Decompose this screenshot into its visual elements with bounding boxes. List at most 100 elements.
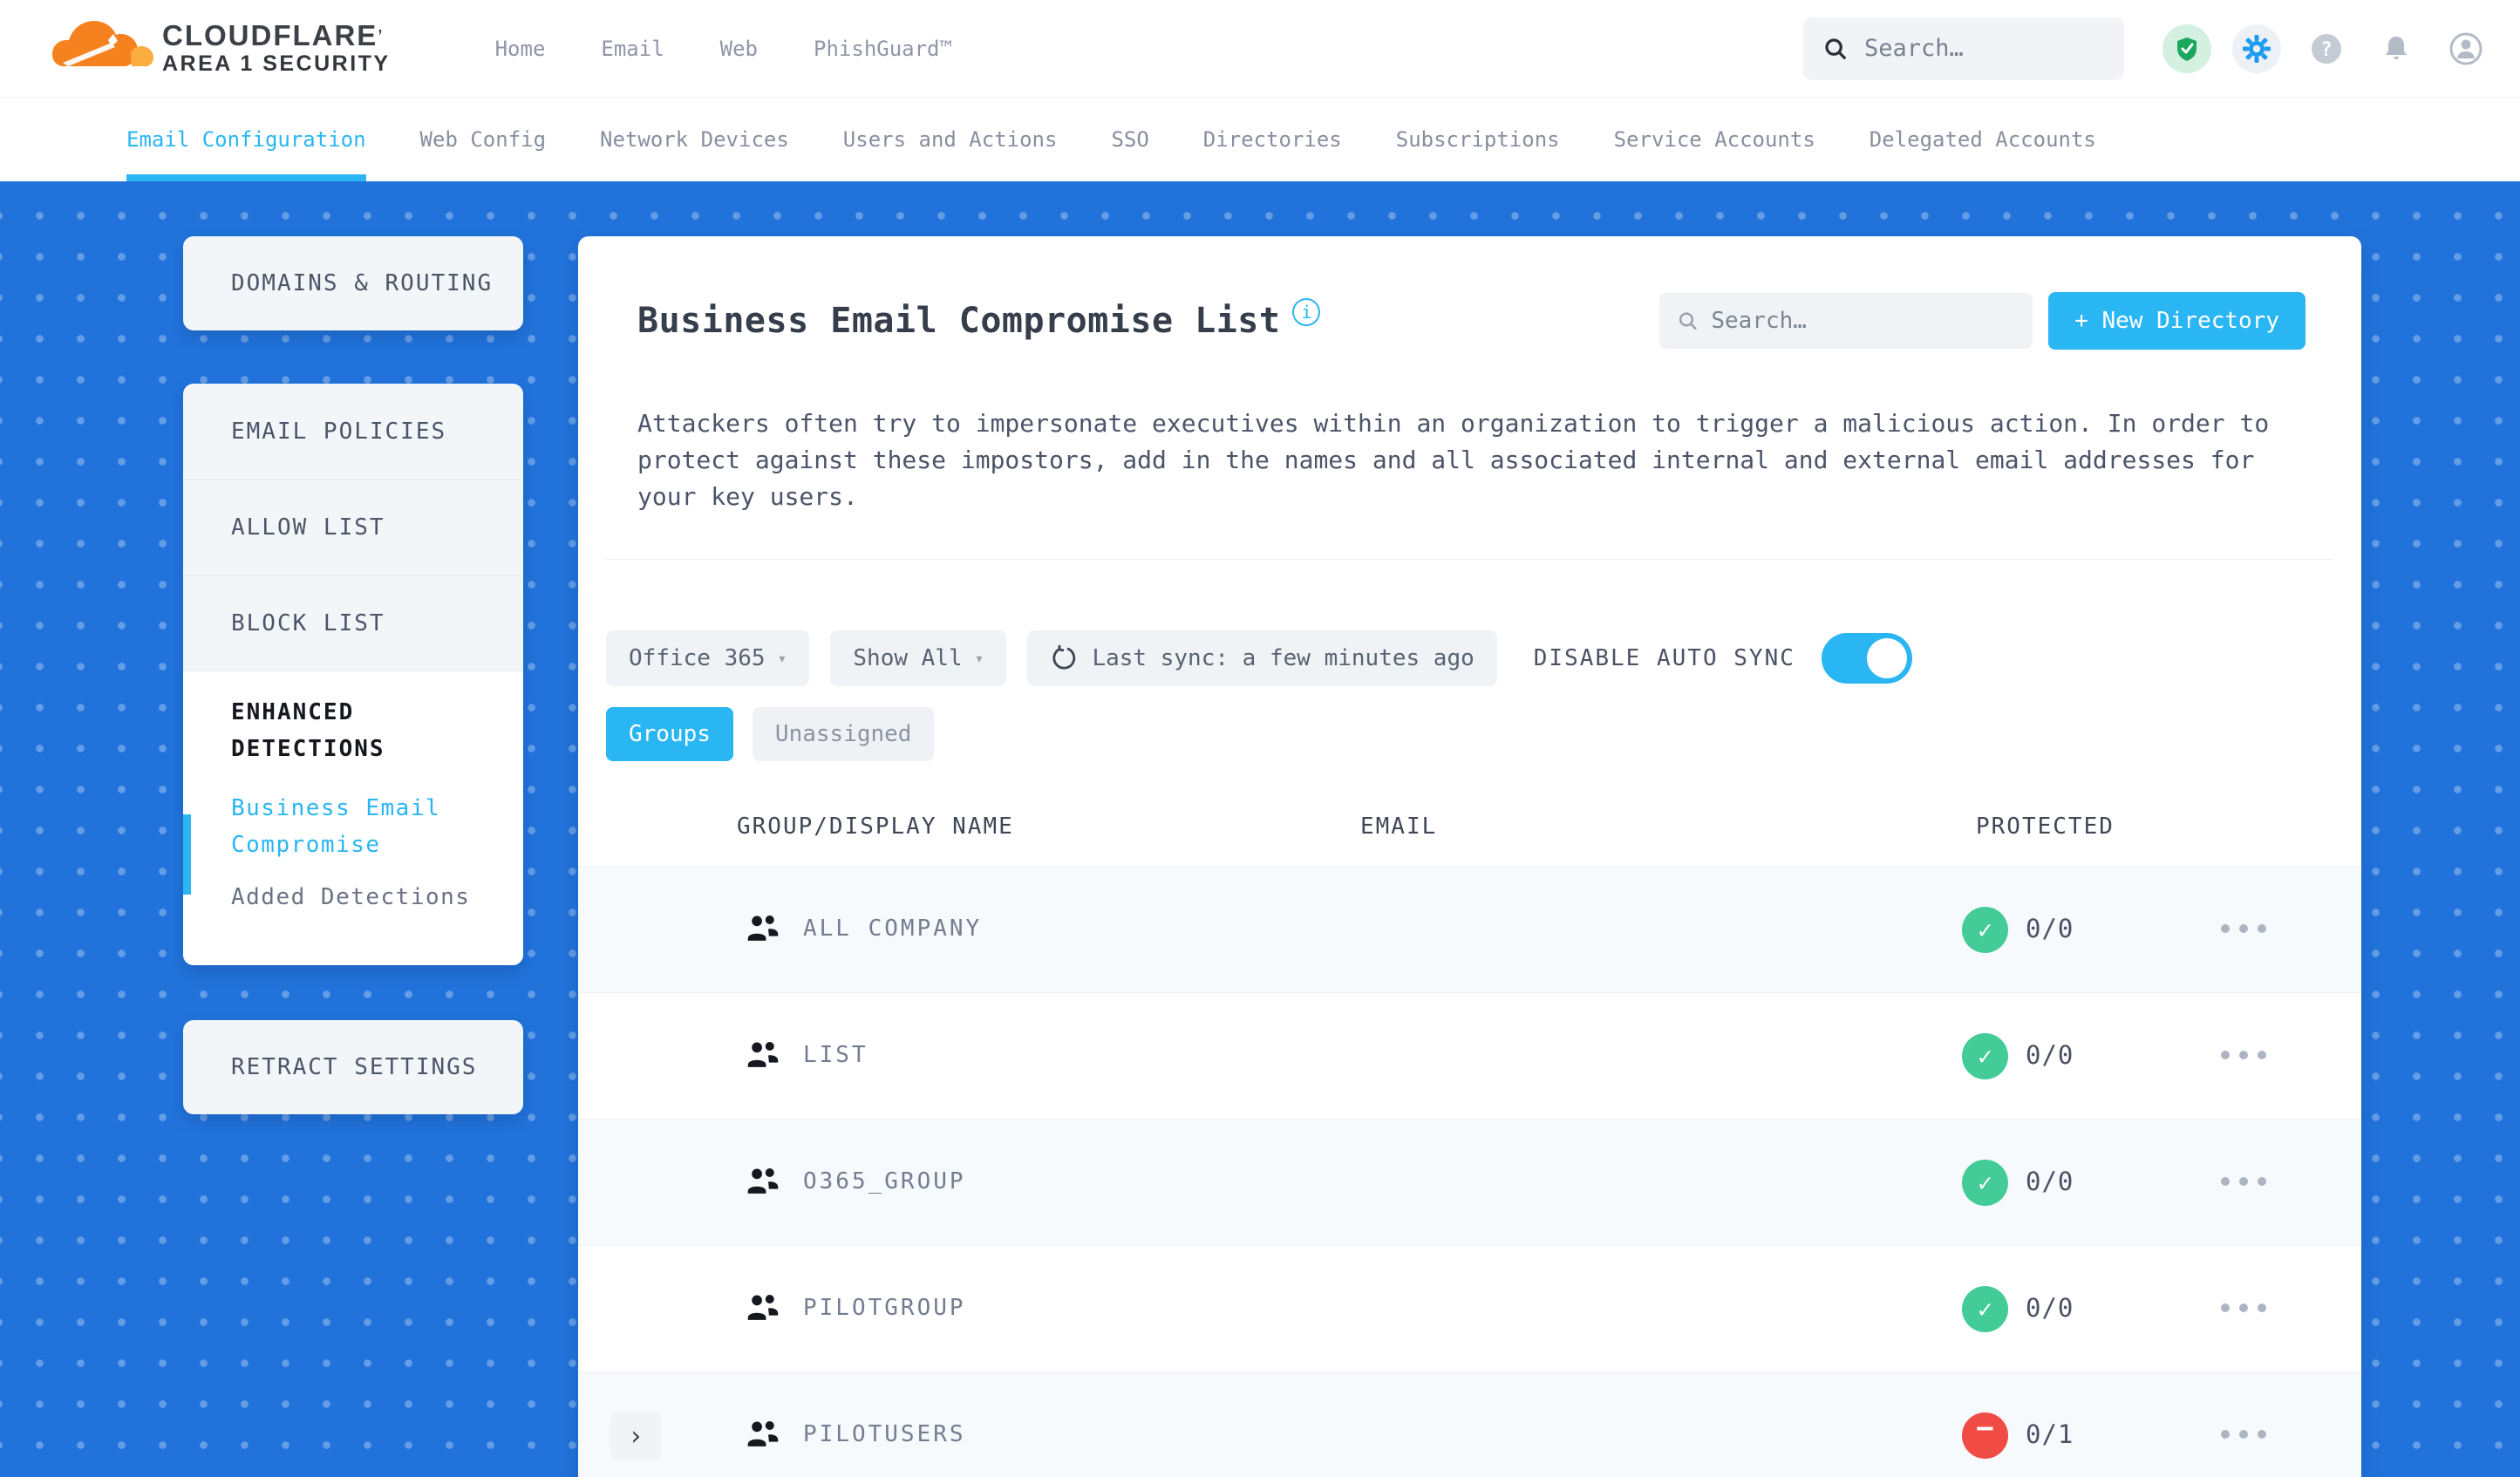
sidebar-item-label: RETRACT SETTINGS [231,1054,478,1080]
sidebar-item-block-list[interactable]: BLOCK LIST [183,575,523,671]
search-icon [1825,37,1847,59]
user-profile-icon[interactable] [2442,24,2490,73]
table-body: › ALL COMPANY 0/0 › LIST 0/0 › [578,866,2361,1477]
protected-count: 0/1 [2026,1419,2074,1449]
protected-count: 0/0 [2026,1293,2074,1323]
row-actions-menu-icon[interactable] [2221,1303,2266,1312]
section-tabbar: Email Configuration Web Config Network Dev… [0,97,2520,181]
nav-item-home[interactable]: Home [495,37,546,61]
logo-brand-text: CLOUDFLARE’ [162,18,385,51]
tab-subscriptions[interactable]: Subscriptions [1396,98,1560,181]
cloudflare-logo: CLOUDFLARE’ AREA 1 SECURITY [51,16,391,82]
divider [606,559,2333,560]
protected-count: 0/0 [2026,914,2074,943]
tab-directories[interactable]: Directories [1203,98,1342,181]
table-header: GROUP/DISPLAY NAME EMAIL PROTECTED [578,813,2361,859]
new-directory-button[interactable]: + New Directory [2048,292,2305,350]
tab-users-and-actions[interactable]: Users and Actions [843,98,1058,181]
group-name: PILOTGROUP [803,1295,966,1321]
search-icon [1679,312,1698,330]
last-sync-status[interactable]: Last sync: a few minutes ago [1027,630,1497,686]
svg-text:?: ? [2320,39,2332,61]
info-icon[interactable]: i [1292,298,1321,326]
nav-item-web[interactable]: Web [720,37,758,61]
main-panel: Business Email Compromise List i + New D… [578,236,2361,1477]
sidebar-item-label: EMAIL POLICIES [231,418,447,445]
table-row[interactable]: › O365_GROUP 0/0 [578,1119,2361,1245]
sidebar-item-domains-routing[interactable]: DOMAINS & ROUTING [183,236,523,330]
table-row[interactable]: › LIST 0/0 [578,992,2361,1119]
tab-unassigned[interactable]: Unassigned [752,707,935,761]
row-actions-menu-icon[interactable] [2221,1177,2266,1186]
cloudflare-cloud-icon [52,20,153,66]
header-search-input[interactable] [1864,35,2105,62]
sidebar-item-business-email-compromise[interactable]: Business Email Compromise [231,790,493,863]
tab-web-config[interactable]: Web Config [420,98,547,181]
show-filter-dropdown[interactable]: Show All ▾ [830,630,1007,686]
panel-search[interactable] [1659,293,2033,349]
sidebar-item-email-policies[interactable]: EMAIL POLICIES [183,384,523,480]
nav-item-phishguard[interactable]: PhishGuard™ [814,37,952,61]
sidebar-section-enhanced-detections: ENHANCED DETECTIONS Business Email Compr… [183,671,523,965]
tab-delegated-accounts[interactable]: Delegated Accounts [1870,98,2096,181]
tab-email-configuration[interactable]: Email Configuration [126,98,366,181]
nav-item-email[interactable]: Email [601,37,664,61]
group-people-icon [745,1038,781,1075]
protected-count: 0/0 [2026,1040,2074,1070]
row-actions-menu-icon[interactable] [2221,924,2266,933]
view-tabs: Groups Unassigned [606,707,2333,761]
table-row[interactable]: › PILOTUSERS 0/1 [578,1372,2361,1477]
table-row[interactable]: › ALL COMPANY 0/0 [578,866,2361,992]
sidebar-item-retract-settings[interactable]: RETRACT SETTINGS [183,1020,523,1114]
row-actions-menu-icon[interactable] [2221,1051,2266,1059]
content-area: DOMAINS & ROUTING EMAIL POLICIES ALLOW L… [0,181,2520,1477]
app-header: CLOUDFLARE’ AREA 1 SECURITY Home Email Web… [0,0,2520,97]
tab-groups[interactable]: Groups [606,707,733,761]
sidebar-item-label: ALLOW LIST [231,514,385,541]
sidebar-item-label: BLOCK LIST [231,609,385,636]
sidebar-item-enhanced-detections[interactable]: ENHANCED DETECTIONS [231,694,493,767]
group-people-icon [745,1291,781,1328]
logo-product-text: AREA 1 SECURITY [162,51,391,76]
help-icon[interactable]: ? [2302,24,2351,73]
group-name: O365_GROUP [803,1168,966,1195]
shield-check-icon[interactable] [2162,24,2211,73]
tab-sso[interactable]: SSO [1111,98,1148,181]
protected-status-badge [1962,1286,2008,1332]
header-search[interactable] [1803,17,2124,80]
page-description: Attackers often try to impersonate execu… [637,409,2270,511]
page-title: Business Email Compromise List [637,301,1281,341]
tab-service-accounts[interactable]: Service Accounts [1614,98,1815,181]
notifications-bell-icon[interactable] [2372,24,2421,73]
directory-filter-dropdown[interactable]: Office 365 ▾ [606,630,810,686]
expand-row-button[interactable]: › [610,1411,661,1461]
tab-network-devices[interactable]: Network Devices [600,98,789,181]
trademark-tick: ’ [378,26,385,44]
sidebar-item-allow-list[interactable]: ALLOW LIST [183,480,523,575]
protected-status-badge [1962,907,2008,953]
group-people-icon [745,1418,781,1454]
protected-status-badge [1962,1160,2008,1206]
sidebar-policies-card: EMAIL POLICIES ALLOW LIST BLOCK LIST ENH… [183,384,523,965]
primary-nav: Home Email Web PhishGuard™ [495,37,952,61]
sync-refresh-icon [1052,645,1076,670]
row-actions-menu-icon[interactable] [2221,1430,2266,1439]
active-item-indicator [183,814,191,895]
sidebar-item-added-detections[interactable]: Added Detections [231,884,497,910]
group-name: PILOTUSERS [803,1421,966,1447]
column-header-email: EMAIL [1360,813,1438,840]
auto-sync-toggle[interactable] [1821,633,1912,684]
chevron-down-icon: ▾ [974,649,984,668]
group-people-icon [745,912,781,949]
column-header-group-display-name: GROUP/DISPLAY NAME [737,813,1014,840]
panel-search-input[interactable] [1711,308,2016,334]
protected-count: 0/0 [2026,1167,2074,1196]
chevron-down-icon: ▾ [777,649,787,668]
last-sync-label: Last sync: a few minutes ago [1092,645,1475,671]
group-people-icon [745,1165,781,1201]
column-header-protected: PROTECTED [1976,813,2115,840]
settings-gear-icon[interactable] [2232,24,2281,73]
auto-sync-label: DISABLE AUTO SYNC [1533,645,1795,671]
protected-status-badge [1962,1033,2008,1079]
table-row[interactable]: › PILOTGROUP 0/0 [578,1245,2361,1372]
